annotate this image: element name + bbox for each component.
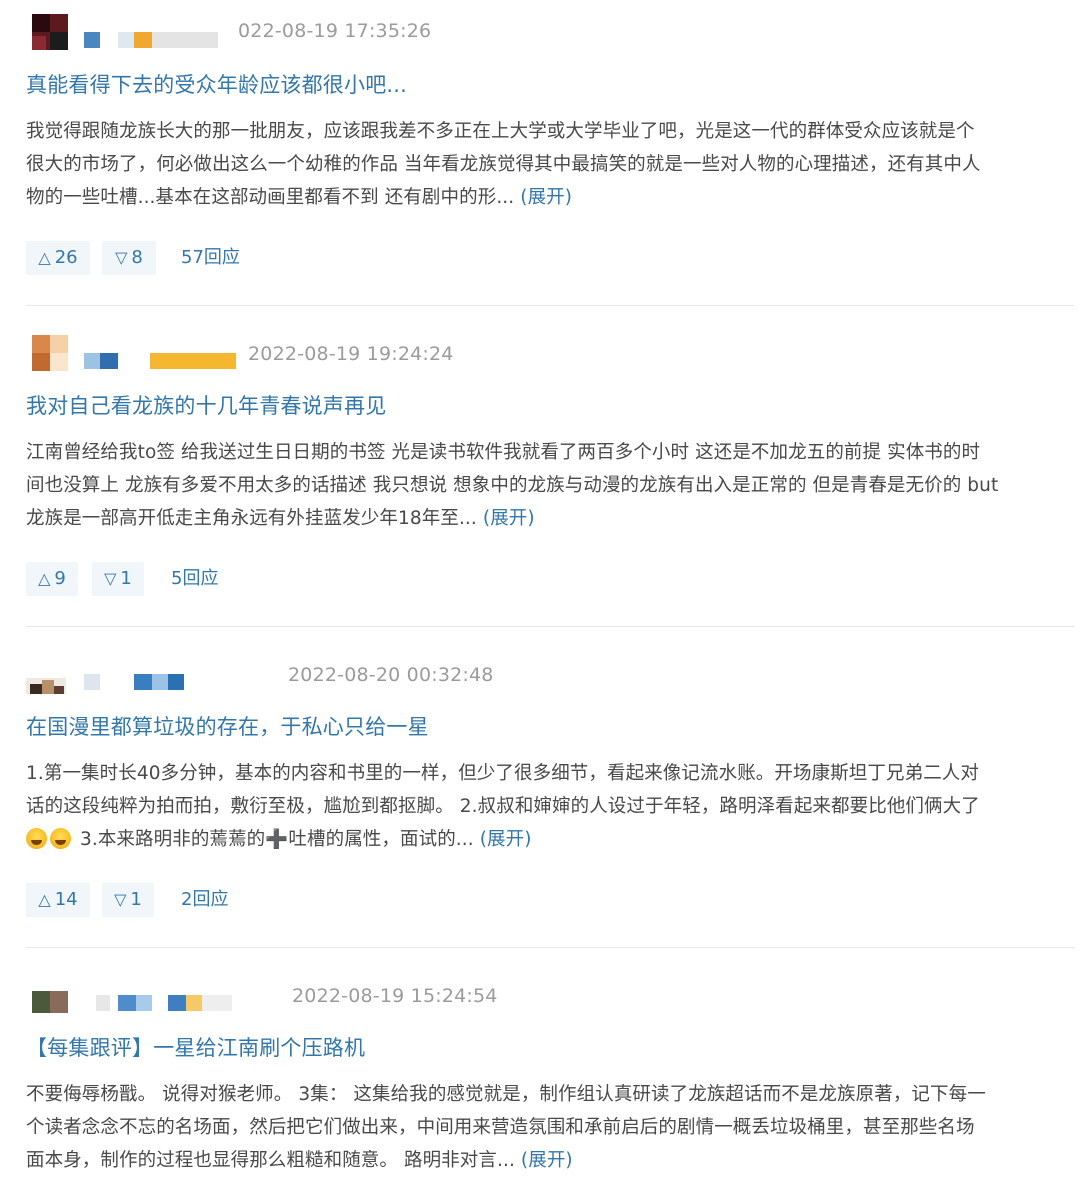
upvote-button[interactable]: △ 14 xyxy=(26,883,90,917)
divider xyxy=(26,305,1074,306)
review-header: 2022-08-19 15:24:54 xyxy=(26,977,1074,1021)
review-title[interactable]: 在国漫里都算垃圾的存在，于私心只给一星 xyxy=(26,711,429,741)
downvote-button[interactable]: ▽ 8 xyxy=(102,241,156,275)
review-body-line: 3.本来路明非的蔫蔫的➕吐槽的属性，面试的... (展开) xyxy=(26,823,1074,856)
review-body: 1.第一集时长40多分钟，基本的内容和书里的一样，但少了很多细节，看起来像记流水… xyxy=(26,757,1074,856)
upvote-count: 9 xyxy=(54,568,66,589)
review-body-line: 面本身，制作的过程也显得那么粗糙和随意。 路明非对言... (展开) xyxy=(26,1144,1074,1177)
review-body-line: 很大的市场了，何必做出这么一个幼稚的作品 当年看龙族觉得其中最搞笑的就是一些对人… xyxy=(26,154,981,175)
expand-link[interactable]: (展开) xyxy=(480,829,532,850)
review-body-text: 物的一些吐槽...基本在这部动画里都看不到 还有剧中的形... xyxy=(26,187,521,208)
review-title[interactable]: 我对自己看龙族的十几年青春说声再见 xyxy=(26,390,386,420)
review-timestamp: 2022-08-19 19:24:24 xyxy=(248,343,454,365)
downvote-icon: ▽ xyxy=(114,890,127,909)
review-header: 2022-08-20 00:32:48 xyxy=(26,656,1074,700)
upvote-icon: △ xyxy=(38,569,51,588)
upvote-icon: △ xyxy=(38,248,51,267)
username-blurred[interactable] xyxy=(84,32,224,48)
plus-cross-icon: ➕ xyxy=(265,829,289,850)
review-body-line: 不要侮辱杨戬。 说得对猴老师。 3集： 这集给我的感觉就是，制作组认真研读了龙族… xyxy=(26,1084,986,1105)
review-body-text: 3.本来路明非的蔫蔫的 xyxy=(79,829,266,850)
downvote-count: 1 xyxy=(120,568,132,589)
review-body-line: 龙族是一部高开低走主角永远有外挂蓝发少年18年至... (展开) xyxy=(26,502,1074,535)
downvote-count: 1 xyxy=(130,889,142,910)
review-body: 我觉得跟随龙族长大的那一批朋友，应该跟我差不多正在上大学或大学毕业了吧，光是这一… xyxy=(26,115,1074,214)
review-title[interactable]: 【每集跟评】一星给江南刷个压路机 xyxy=(26,1032,365,1062)
username-blurred[interactable] xyxy=(96,995,246,1011)
upvote-button[interactable]: △ 26 xyxy=(26,241,90,275)
grinning-sweat-emoji-icon xyxy=(50,828,71,849)
upvote-button[interactable]: △ 9 xyxy=(26,562,78,596)
review-item: 2022-08-20 00:32:48 在国漫里都算垃圾的存在，于私心只给一星 … xyxy=(26,656,1074,917)
review-body-line: 个读者念念不忘的名场面，然后把它们做出来，中间用来营造氛围和承前启后的剧情一概丢… xyxy=(26,1117,975,1138)
review-body-text: 龙族是一部高开低走主角永远有外挂蓝发少年18年至... xyxy=(26,508,483,529)
expand-link[interactable]: (展开) xyxy=(520,187,572,208)
review-body-line: 间也没算上 龙族有多爱不用太多的话描述 我只想说 想象中的龙族与动漫的龙族有出入… xyxy=(26,475,999,496)
upvote-icon: △ xyxy=(38,890,51,909)
downvote-icon: ▽ xyxy=(115,248,128,267)
replies-link[interactable]: 2回应 xyxy=(181,883,228,917)
downvote-icon: ▽ xyxy=(104,569,117,588)
username-blurred[interactable] xyxy=(84,674,194,690)
review-body-text: 面本身，制作的过程也显得那么粗糙和随意。 路明非对言... xyxy=(26,1150,521,1171)
review-body-line: 1.第一集时长40多分钟，基本的内容和书里的一样，但少了很多细节，看起来像记流水… xyxy=(26,763,979,784)
review-item: 2022-08-19 15:24:54 【每集跟评】一星给江南刷个压路机 不要侮… xyxy=(26,977,1074,1171)
downvote-button[interactable]: ▽ 1 xyxy=(92,562,144,596)
grinning-sweat-emoji-icon xyxy=(26,828,47,849)
review-body-text: 吐槽的属性，面试的... xyxy=(288,829,480,850)
divider xyxy=(26,947,1074,948)
downvote-count: 8 xyxy=(131,247,143,268)
review-body-line: 物的一些吐槽...基本在这部动画里都看不到 还有剧中的形... (展开) xyxy=(26,181,1074,214)
review-timestamp: 2022-08-20 00:32:48 xyxy=(288,664,494,686)
review-header: 022-08-19 17:35:26 xyxy=(26,14,1074,58)
user-avatar[interactable] xyxy=(26,670,66,694)
upvote-count: 26 xyxy=(54,247,78,268)
review-body: 不要侮辱杨戬。 说得对猴老师。 3集： 这集给我的感觉就是，制作组认真研读了龙族… xyxy=(26,1078,1074,1177)
username-blurred[interactable] xyxy=(84,353,244,369)
review-header: 2022-08-19 19:24:24 xyxy=(26,335,1074,379)
upvote-count: 14 xyxy=(54,889,78,910)
user-avatar[interactable] xyxy=(32,991,68,1013)
divider xyxy=(26,626,1074,627)
review-body: 江南曾经给我to签 给我送过生日日期的书签 光是读书软件我就看了两百多个小时 这… xyxy=(26,436,1074,535)
expand-link[interactable]: (展开) xyxy=(521,1150,573,1171)
review-title[interactable]: 真能看得下去的受众年龄应该都很小吧... xyxy=(26,69,407,99)
review-body-line: 江南曾经给我to签 给我送过生日日期的书签 光是读书软件我就看了两百多个小时 这… xyxy=(26,442,981,463)
replies-link[interactable]: 5回应 xyxy=(171,562,218,596)
review-item: 2022-08-19 19:24:24 我对自己看龙族的十几年青春说声再见 江南… xyxy=(26,335,1074,596)
downvote-button[interactable]: ▽ 1 xyxy=(102,883,154,917)
review-body-line: 我觉得跟随龙族长大的那一批朋友，应该跟我差不多正在上大学或大学毕业了吧，光是这一… xyxy=(26,121,975,142)
user-avatar[interactable] xyxy=(32,14,68,50)
replies-link[interactable]: 57回应 xyxy=(181,241,240,275)
review-body-line: 话的这段纯粹为拍而拍，敷衍至极，尴尬到都抠脚。 2.叔叔和婶婶的人设过于年轻，路… xyxy=(26,796,980,817)
review-timestamp: 2022-08-19 15:24:54 xyxy=(292,985,498,1007)
expand-link[interactable]: (展开) xyxy=(483,508,535,529)
review-timestamp: 022-08-19 17:35:26 xyxy=(238,20,432,42)
user-avatar[interactable] xyxy=(32,335,68,371)
review-item: 022-08-19 17:35:26 真能看得下去的受众年龄应该都很小吧... … xyxy=(26,14,1074,275)
